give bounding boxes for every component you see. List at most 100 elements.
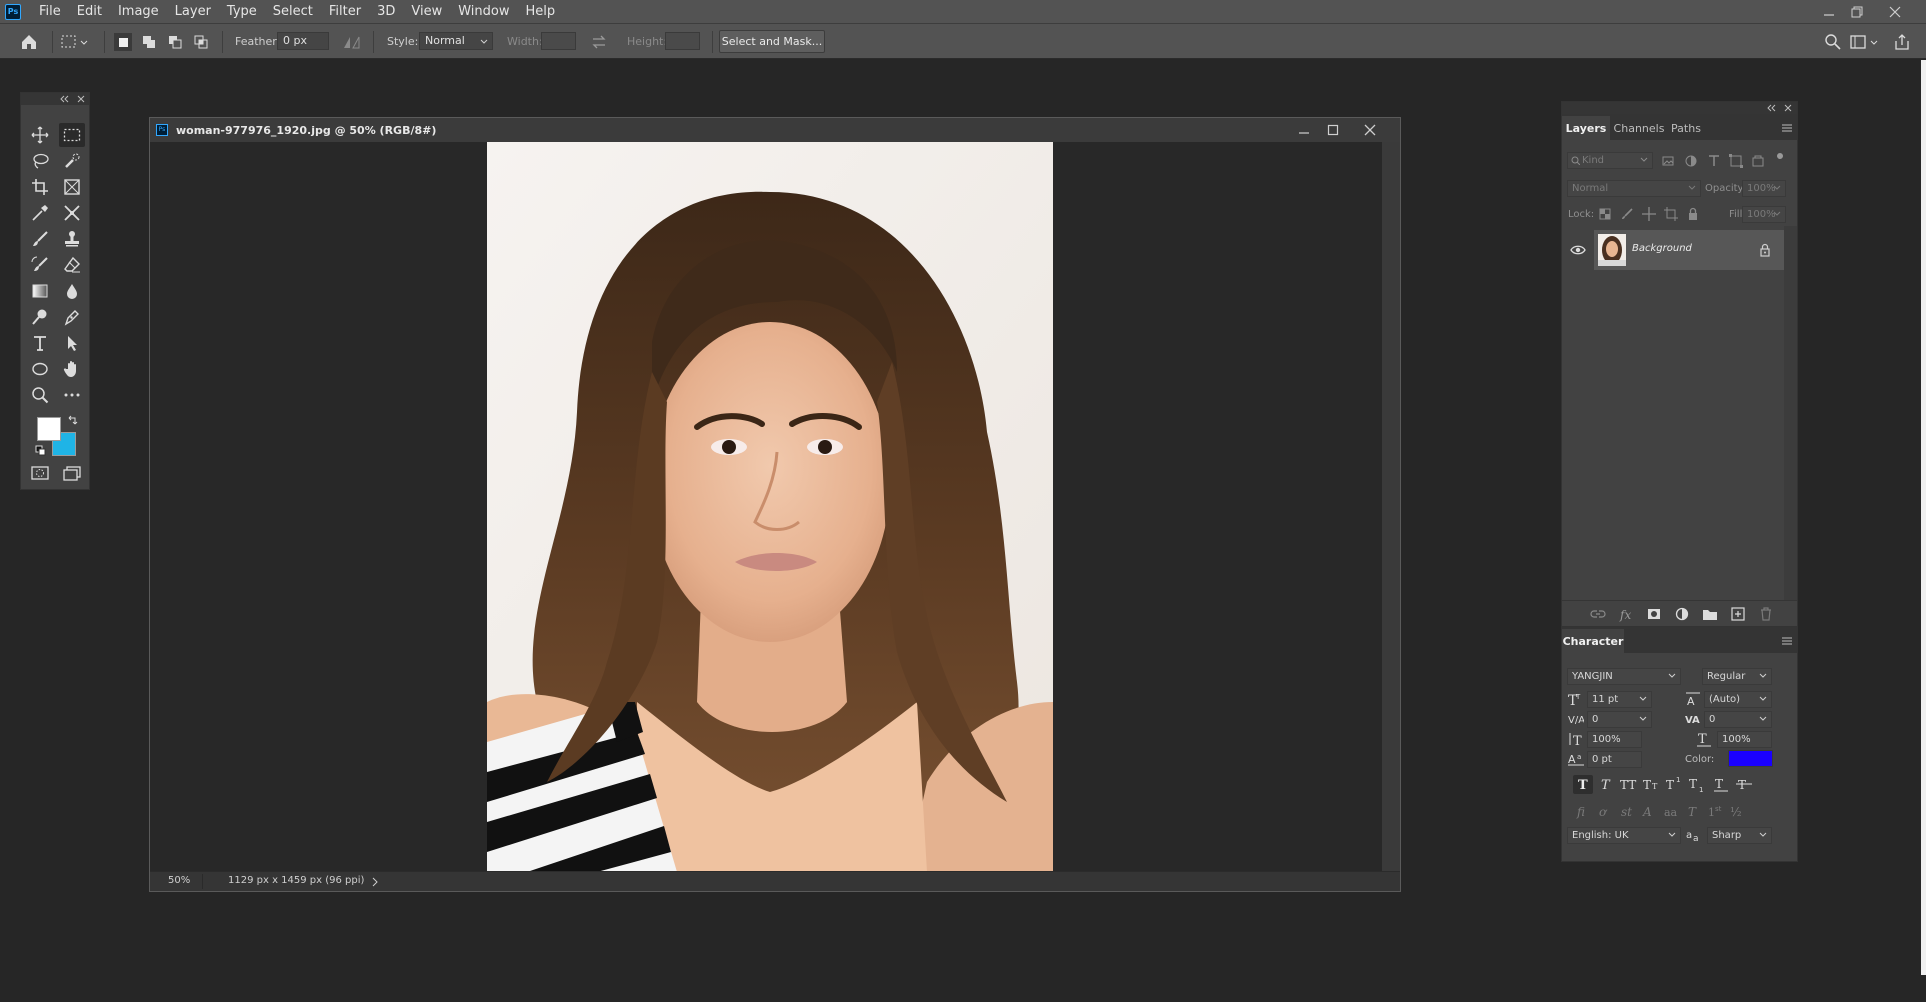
tools-panel-header[interactable]	[21, 93, 89, 105]
width-input[interactable]	[541, 32, 576, 50]
opacity-input[interactable]: 100%	[1742, 180, 1786, 197]
layer-name[interactable]: Background	[1632, 243, 1692, 254]
lasso-tool[interactable]	[27, 149, 53, 173]
subscript-icon[interactable]: T1	[1688, 775, 1710, 794]
layers-panel-header[interactable]	[1562, 102, 1797, 114]
frame-tool[interactable]	[59, 175, 85, 199]
pen-tool[interactable]	[59, 305, 85, 329]
font-style-select[interactable]: Regular	[1702, 668, 1772, 685]
menu-layer[interactable]: Layer	[167, 0, 219, 23]
menu-image[interactable]: Image	[110, 0, 167, 23]
menu-select[interactable]: Select	[265, 0, 321, 23]
filter-smart-object-icon[interactable]	[1750, 153, 1766, 169]
intersect-selection-button[interactable]	[192, 33, 210, 51]
lock-position-icon[interactable]	[1641, 206, 1657, 222]
add-mask-icon[interactable]	[1646, 606, 1662, 622]
type-tool[interactable]	[27, 331, 53, 355]
default-colors-icon[interactable]	[35, 445, 47, 457]
swap-width-height-button[interactable]	[590, 33, 608, 51]
layers-scrollbar[interactable]	[1784, 226, 1797, 600]
language-select[interactable]: English: UK	[1567, 827, 1681, 844]
panel-menu-icon[interactable]	[1782, 636, 1792, 646]
lock-artboard-icon[interactable]	[1663, 206, 1679, 222]
photoshop-logo-icon[interactable]: Ps	[5, 3, 21, 20]
edit-toolbar-button[interactable]	[59, 383, 85, 407]
new-selection-button[interactable]	[114, 33, 132, 51]
dodge-tool[interactable]	[27, 305, 53, 329]
titling-alternates-icon[interactable]: T	[1686, 803, 1704, 819]
filter-adjustment-icon[interactable]	[1683, 153, 1699, 169]
anti-alias-toggle[interactable]	[342, 33, 360, 51]
zoom-tool[interactable]	[27, 383, 53, 407]
document-canvas[interactable]	[152, 142, 1382, 872]
search-button[interactable]	[1824, 33, 1842, 51]
marquee-preset-picker[interactable]	[60, 33, 88, 51]
lock-all-icon[interactable]	[1685, 206, 1701, 222]
filter-type-icon[interactable]	[1706, 153, 1722, 169]
subtract-from-selection-button[interactable]	[166, 33, 184, 51]
layer-style-fx-icon[interactable]: fx	[1618, 606, 1634, 622]
doc-minimize-button[interactable]	[1298, 124, 1310, 136]
menu-edit[interactable]: Edit	[69, 0, 110, 23]
ligatures-icon[interactable]: fi	[1576, 803, 1594, 819]
brush-tool[interactable]	[27, 227, 53, 251]
chevron-right-icon[interactable]	[371, 877, 379, 887]
clone-stamp-tool[interactable]	[59, 227, 85, 251]
superscript-icon[interactable]: T1	[1665, 775, 1687, 794]
tab-paths[interactable]: Paths	[1666, 116, 1706, 140]
tab-channels[interactable]: Channels	[1612, 116, 1666, 140]
select-and-mask-button[interactable]: Select and Mask...	[719, 30, 825, 53]
healing-brush-tool[interactable]	[59, 201, 85, 225]
hand-tool[interactable]	[59, 357, 85, 381]
height-input[interactable]	[665, 32, 700, 50]
path-selection-tool[interactable]	[59, 331, 85, 355]
kerning-input[interactable]: 0	[1587, 711, 1652, 728]
stylistic-alternates-icon[interactable]: aa	[1664, 803, 1682, 819]
lock-transparent-pixels-icon[interactable]	[1597, 206, 1613, 222]
anti-aliasing-select[interactable]: Sharp	[1707, 827, 1772, 844]
baseline-shift-input[interactable]: 0 pt	[1587, 751, 1642, 768]
fractions-icon[interactable]: ½	[1730, 803, 1748, 819]
blend-mode-select[interactable]: Normal	[1567, 180, 1701, 197]
foreground-color-swatch-top[interactable]	[37, 417, 61, 441]
menu-type[interactable]: Type	[219, 0, 265, 23]
crop-tool[interactable]	[27, 175, 53, 199]
zoom-level[interactable]: 50%	[168, 875, 190, 886]
faux-bold-button[interactable]: T	[1573, 775, 1593, 794]
filter-pixel-icon[interactable]	[1660, 153, 1676, 169]
eyedropper-tool[interactable]	[27, 201, 53, 225]
leading-input[interactable]: (Auto)	[1704, 691, 1772, 708]
eraser-tool[interactable]	[59, 253, 85, 277]
restore-window-button[interactable]	[1842, 0, 1872, 23]
tracking-input[interactable]: 0	[1704, 711, 1772, 728]
old-style-icon[interactable]: ơ	[1598, 803, 1616, 819]
discretionary-ligatures-icon[interactable]: st	[1620, 803, 1638, 819]
feather-input[interactable]: 0 px	[277, 32, 329, 50]
tab-layers[interactable]: Layers	[1562, 116, 1610, 140]
new-layer-icon[interactable]	[1730, 606, 1746, 622]
menu-help[interactable]: Help	[518, 0, 564, 23]
new-group-folder-icon[interactable]	[1702, 606, 1718, 622]
doc-maximize-button[interactable]	[1327, 124, 1339, 136]
fill-input[interactable]: 100%	[1742, 206, 1786, 223]
panel-menu-icon[interactable]	[1782, 123, 1792, 133]
tab-character[interactable]: Character	[1562, 629, 1624, 653]
workspace-switcher[interactable]	[1850, 33, 1880, 51]
menu-filter[interactable]: Filter	[321, 0, 369, 23]
style-select[interactable]: Normal	[419, 32, 493, 50]
text-color-swatch[interactable]	[1728, 750, 1773, 767]
font-family-select[interactable]: YANGJIN	[1567, 668, 1681, 685]
vertical-scale-input[interactable]: 100%	[1587, 731, 1642, 748]
rectangular-marquee-tool[interactable]	[59, 123, 85, 147]
menu-window[interactable]: Window	[450, 0, 517, 23]
layer-visibility-eye-icon[interactable]	[1570, 243, 1586, 257]
layer-filter-kind[interactable]: Kind	[1567, 152, 1653, 169]
delete-layer-trash-icon[interactable]	[1758, 606, 1774, 622]
screen-mode-button[interactable]	[59, 461, 85, 485]
adjustment-layer-icon[interactable]	[1674, 606, 1690, 622]
all-caps-icon[interactable]: TT	[1619, 775, 1641, 794]
move-tool[interactable]	[27, 123, 53, 147]
ordinals-icon[interactable]: 1st	[1708, 803, 1728, 819]
lock-image-pixels-icon[interactable]	[1619, 206, 1635, 222]
menu-file[interactable]: File	[31, 0, 69, 23]
